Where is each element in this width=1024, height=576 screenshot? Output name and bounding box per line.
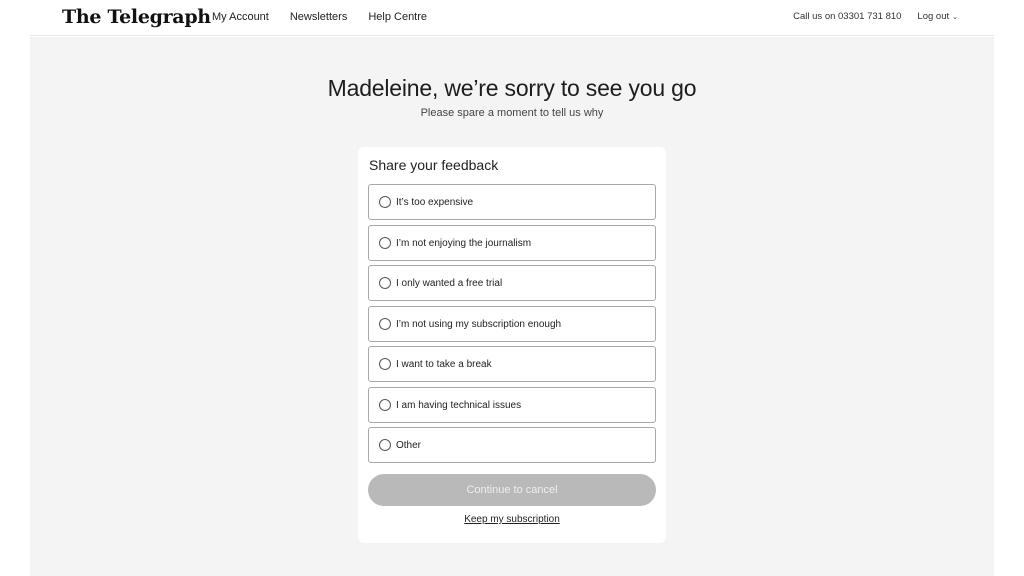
phone-number: Call us on 03301 731 810 (793, 11, 902, 22)
nav-my-account[interactable]: My Account (212, 11, 269, 23)
option-too-expensive[interactable]: It’s too expensive (368, 184, 656, 220)
radio-icon[interactable] (379, 277, 391, 289)
logout-label: Log out (917, 11, 950, 22)
option-not-using-enough[interactable]: I’m not using my subscription enough (368, 306, 656, 342)
radio-icon[interactable] (379, 318, 391, 330)
option-other[interactable]: Other (368, 427, 656, 463)
main-nav: My Account Newsletters Help Centre (212, 11, 427, 23)
radio-icon[interactable] (379, 439, 391, 451)
keep-subscription-link[interactable]: Keep my subscription (358, 514, 666, 525)
option-technical-issues[interactable]: I am having technical issues (368, 387, 656, 423)
feedback-title: Share your feedback (369, 157, 499, 173)
logout-button[interactable]: Log out ⌄ (917, 11, 958, 22)
chevron-down-icon: ⌄ (952, 13, 958, 21)
continue-to-cancel-button[interactable]: Continue to cancel (368, 474, 656, 506)
page: The Telegraph My Account Newsletters Hel… (0, 0, 1024, 576)
option-take-break[interactable]: I want to take a break (368, 346, 656, 382)
radio-icon[interactable] (379, 358, 391, 370)
telegraph-logo[interactable]: The Telegraph (62, 6, 211, 28)
option-label: I only wanted a free trial (396, 277, 503, 289)
radio-icon[interactable] (379, 399, 391, 411)
option-label: I want to take a break (396, 358, 492, 370)
feedback-card: Share your feedback It’s too expensive I… (358, 147, 666, 543)
site-header: The Telegraph My Account Newsletters Hel… (30, 0, 994, 36)
page-subtitle: Please spare a moment to tell us why (420, 107, 604, 119)
radio-icon[interactable] (379, 237, 391, 249)
header-right: Call us on 03301 731 810 Log out ⌄ (793, 11, 958, 22)
option-not-enjoying-journalism[interactable]: I’m not enjoying the journalism (368, 225, 656, 261)
nav-help-centre[interactable]: Help Centre (368, 11, 427, 23)
option-label: I’m not enjoying the journalism (396, 237, 532, 249)
option-label: It’s too expensive (396, 196, 474, 208)
page-title: Madeleine, we’re sorry to see you go (327, 75, 697, 101)
radio-icon[interactable] (379, 196, 391, 208)
option-free-trial[interactable]: I only wanted a free trial (368, 265, 656, 301)
option-label: Other (396, 439, 422, 451)
option-label: I’m not using my subscription enough (396, 318, 562, 330)
main-content: Madeleine, we’re sorry to see you go Ple… (30, 37, 994, 576)
nav-newsletters[interactable]: Newsletters (290, 11, 347, 23)
option-label: I am having technical issues (396, 399, 522, 411)
